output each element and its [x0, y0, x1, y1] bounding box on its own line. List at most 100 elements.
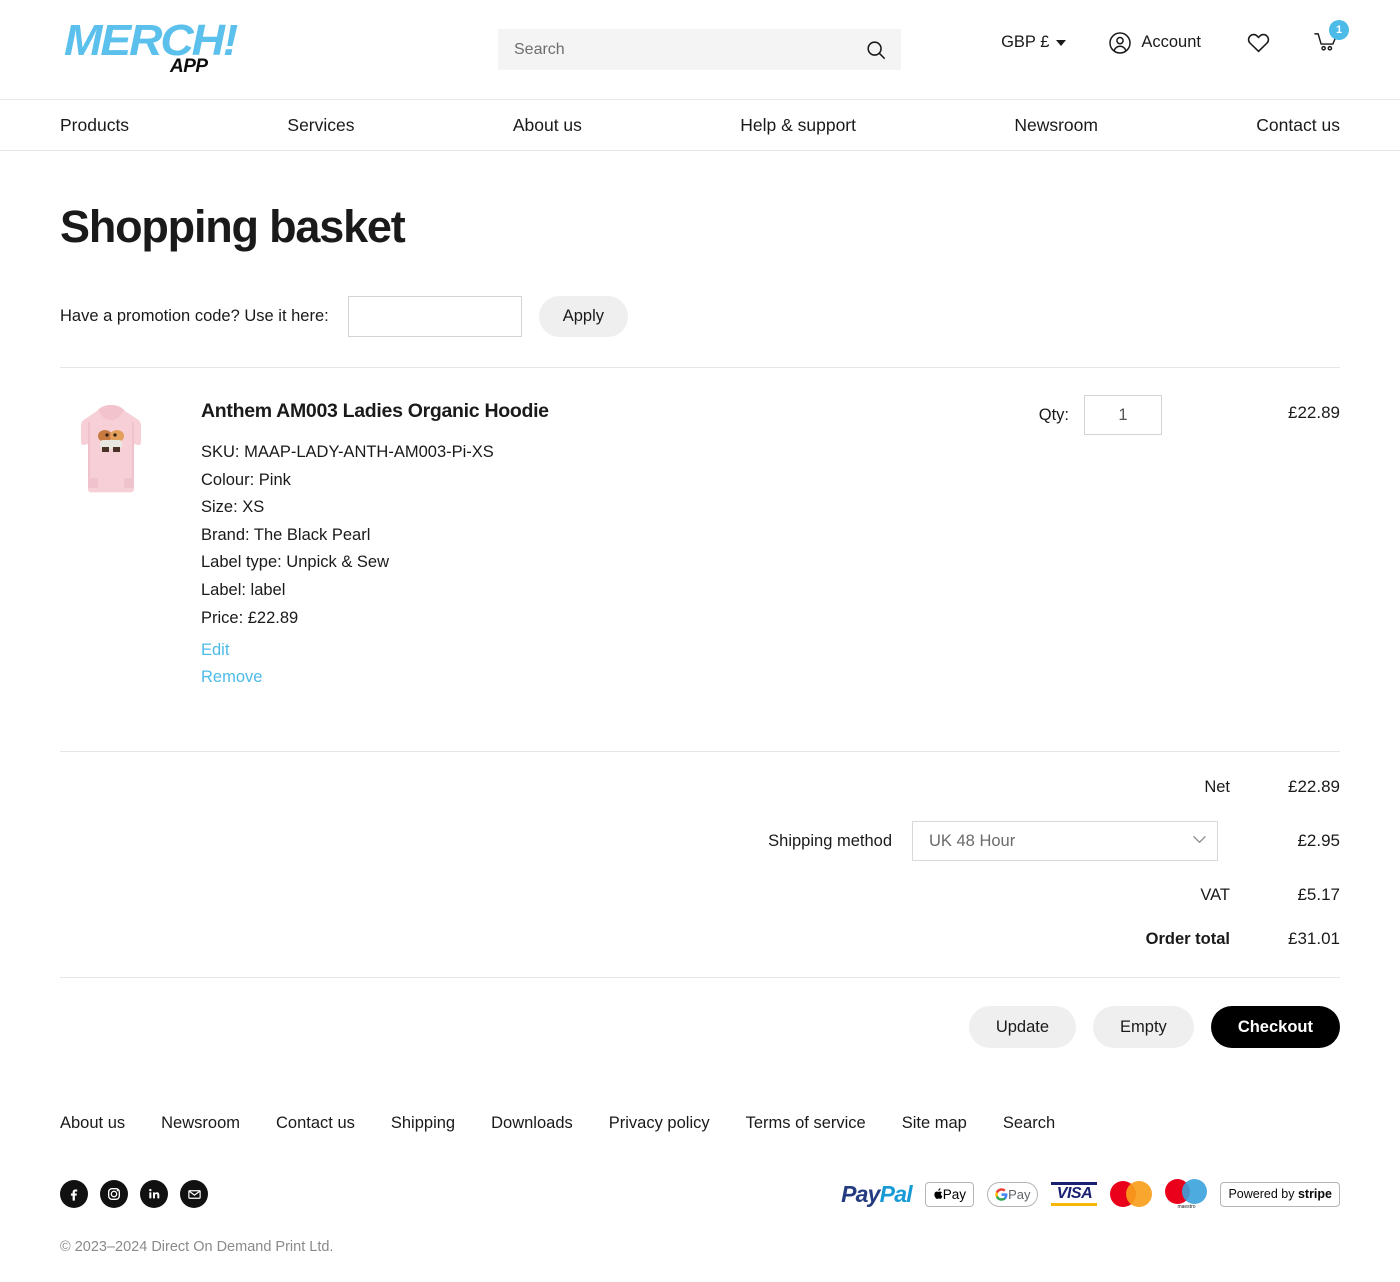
quantity-control: Qty: — [1039, 395, 1162, 435]
mastercard-logo — [1110, 1181, 1152, 1207]
quantity-label: Qty: — [1039, 406, 1069, 425]
product-thumbnail[interactable] — [80, 400, 142, 498]
product-title[interactable]: Anthem AM003 Ladies Organic Hoodie — [201, 400, 1340, 423]
google-pay-logo: Pay — [987, 1182, 1038, 1207]
heart-icon — [1246, 30, 1271, 55]
search-icon — [865, 39, 887, 61]
shipping-method-select[interactable]: UK 48 Hour — [912, 821, 1218, 861]
promotion-code-input[interactable] — [348, 296, 522, 337]
order-summary: Net £22.89 Shipping method UK 48 Hour £2… — [60, 752, 1340, 949]
logo-merch-text: MERCH! — [64, 19, 236, 63]
account-icon — [1108, 31, 1132, 55]
cart-button[interactable]: 1 — [1313, 30, 1340, 55]
footer-bottom: PayPal Pay Pay VISA — [60, 1179, 1340, 1209]
visa-logo: VISA — [1051, 1182, 1097, 1206]
vat-label: VAT — [1200, 886, 1230, 905]
product-size: Size: XS — [201, 494, 1340, 522]
remove-item-link[interactable]: Remove — [201, 664, 1340, 691]
linkedin-link[interactable] — [140, 1180, 168, 1208]
promotion-code-label: Have a promotion code? Use it here: — [60, 307, 329, 326]
product-label-type: Label type: Unpick & Sew — [201, 549, 1340, 577]
logo-app-text: APP — [170, 57, 208, 76]
stripe-text: Powered by stripe — [1228, 1187, 1332, 1201]
item-line-price: £22.89 — [1250, 403, 1340, 423]
mastercard-right-circle — [1126, 1181, 1152, 1207]
footer-link-site-map[interactable]: Site map — [902, 1114, 967, 1133]
order-total-label: Order total — [1146, 930, 1230, 949]
account-label: Account — [1141, 33, 1201, 52]
nav-item-services[interactable]: Services — [287, 115, 354, 136]
basket-item-details: Anthem AM003 Ladies Organic Hoodie SKU: … — [201, 400, 1340, 691]
stripe-logo: Powered by stripe — [1220, 1182, 1340, 1207]
footer-link-privacy-policy[interactable]: Privacy policy — [609, 1114, 710, 1133]
quantity-input[interactable] — [1084, 395, 1162, 435]
footer-link-about-us[interactable]: About us — [60, 1114, 125, 1133]
product-brand: Brand: The Black Pearl — [201, 522, 1340, 550]
site-footer: About us Newsroom Contact us Shipping Do… — [0, 1114, 1400, 1273]
site-logo[interactable]: MERCH! APP — [60, 15, 260, 85]
nav-item-newsroom[interactable]: Newsroom — [1014, 115, 1098, 136]
footer-links: About us Newsroom Contact us Shipping Do… — [60, 1114, 1340, 1133]
wishlist-button[interactable] — [1246, 30, 1271, 55]
search-input[interactable] — [512, 40, 865, 60]
payment-methods: PayPal Pay Pay VISA — [841, 1179, 1340, 1209]
linkedin-icon — [146, 1186, 162, 1202]
apple-pay-logo: Pay — [925, 1182, 974, 1207]
paypal-logo: PayPal — [841, 1181, 912, 1208]
product-colour: Colour: Pink — [201, 467, 1340, 495]
maestro-logo: maestro — [1165, 1179, 1207, 1209]
basket-actions: Update Empty Checkout — [60, 977, 1340, 1048]
main-content: Shopping basket Have a promotion code? U… — [0, 204, 1400, 1048]
footer-link-terms-of-service[interactable]: Terms of service — [746, 1114, 866, 1133]
chevron-down-icon — [1056, 40, 1066, 46]
shipping-value: £2.95 — [1230, 831, 1340, 851]
net-value: £22.89 — [1230, 777, 1340, 797]
summary-row-net: Net £22.89 — [60, 777, 1340, 797]
empty-basket-button[interactable]: Empty — [1093, 1006, 1194, 1048]
apple-pay-text: Pay — [943, 1187, 966, 1202]
basket-item-links: Edit Remove — [201, 637, 1340, 691]
summary-row-order-total: Order total £31.01 — [60, 929, 1340, 949]
copyright-text: © 2023–2024 Direct On Demand Print Ltd. — [60, 1239, 1340, 1273]
footer-link-contact-us[interactable]: Contact us — [276, 1114, 355, 1133]
visa-bottom-bar — [1051, 1203, 1097, 1206]
footer-link-newsroom[interactable]: Newsroom — [161, 1114, 240, 1133]
footer-link-downloads[interactable]: Downloads — [491, 1114, 573, 1133]
product-label: Label: label — [201, 577, 1340, 605]
site-header: MERCH! APP GBP £ Account — [0, 0, 1400, 99]
maestro-text: maestro — [1165, 1204, 1207, 1210]
cart-count-badge: 1 — [1329, 20, 1349, 40]
nav-item-products[interactable]: Products — [60, 115, 129, 136]
update-basket-button[interactable]: Update — [969, 1006, 1076, 1048]
hoodie-print — [98, 430, 124, 452]
search-bar[interactable] — [498, 29, 901, 70]
facebook-link[interactable] — [60, 1180, 88, 1208]
basket-item-row: Anthem AM003 Ladies Organic Hoodie SKU: … — [60, 368, 1340, 721]
summary-row-shipping: Shipping method UK 48 Hour £2.95 — [60, 821, 1340, 861]
apply-promotion-button[interactable]: Apply — [539, 296, 628, 337]
order-total-value: £31.01 — [1230, 929, 1340, 949]
google-icon — [995, 1188, 1008, 1201]
footer-link-shipping[interactable]: Shipping — [391, 1114, 455, 1133]
search-button[interactable] — [865, 39, 887, 61]
instagram-link[interactable] — [100, 1180, 128, 1208]
shipping-method-label: Shipping method — [768, 832, 892, 851]
footer-link-search[interactable]: Search — [1003, 1114, 1055, 1133]
google-pay-text: Pay — [1008, 1187, 1030, 1202]
currency-selector[interactable]: GBP £ — [1001, 33, 1066, 52]
hoodie-image — [80, 400, 142, 498]
email-link[interactable] — [180, 1180, 208, 1208]
shipping-method-select-wrap: UK 48 Hour — [912, 821, 1218, 861]
instagram-icon — [106, 1186, 122, 1202]
edit-item-link[interactable]: Edit — [201, 637, 1340, 664]
nav-item-about-us[interactable]: About us — [513, 115, 582, 136]
currency-label: GBP £ — [1001, 33, 1049, 52]
nav-item-contact-us[interactable]: Contact us — [1256, 115, 1340, 136]
checkout-button[interactable]: Checkout — [1211, 1006, 1340, 1048]
vat-value: £5.17 — [1230, 885, 1340, 905]
nav-item-help-support[interactable]: Help & support — [740, 115, 856, 136]
account-link[interactable]: Account — [1108, 31, 1201, 55]
page-title: Shopping basket — [60, 204, 1340, 249]
visa-text: VISA — [1057, 1186, 1092, 1202]
primary-nav: Products Services About us Help & suppor… — [0, 99, 1400, 151]
